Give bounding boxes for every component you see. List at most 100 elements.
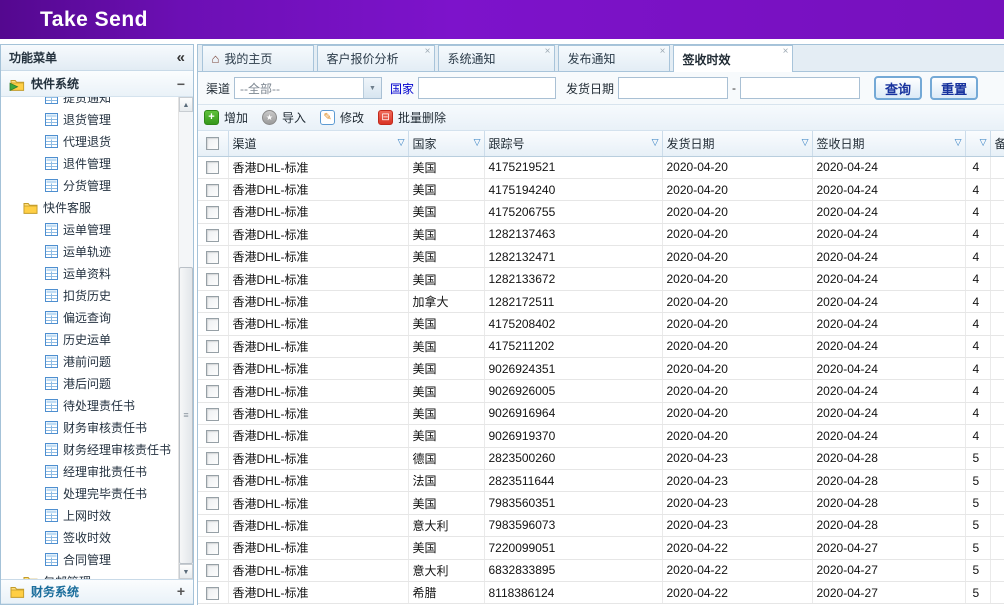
row-checkbox[interactable] <box>206 251 219 264</box>
batch-delete-button[interactable]: ⊟ 批量删除 <box>378 109 446 126</box>
table-row[interactable]: 香港DHL-标准 美国 4175211202 2020-04-20 2020-0… <box>198 335 1004 357</box>
tree-item[interactable]: 快件客服 <box>1 197 177 219</box>
table-row[interactable]: 香港DHL-标准 希腊 8118386124 2020-04-22 2020-0… <box>198 581 1004 603</box>
tab-sign-receipt-aging[interactable]: 签收时效 × <box>673 45 793 72</box>
column-header-tracking-no[interactable]: 跟踪号 ▽ <box>484 131 662 156</box>
channel-select[interactable]: --全部-- ▼ <box>234 77 382 99</box>
sort-icon[interactable]: ▽ <box>802 138 809 147</box>
search-button[interactable]: 查询 <box>874 76 922 100</box>
date-from-input[interactable] <box>618 77 728 99</box>
row-checkbox[interactable] <box>206 452 219 465</box>
tree-item[interactable]: 港前问题 <box>1 351 177 373</box>
row-checkbox[interactable] <box>206 273 219 286</box>
collapse-panel-icon[interactable]: − <box>177 77 185 91</box>
country-input[interactable] <box>418 77 556 99</box>
row-checkbox[interactable] <box>206 497 219 510</box>
table-row[interactable]: 香港DHL-标准 意大利 7983596073 2020-04-23 2020-… <box>198 514 1004 536</box>
tree-item[interactable]: 扣货历史 <box>1 285 177 307</box>
scroll-up-icon[interactable]: ▲ <box>179 97 193 112</box>
tree-item[interactable]: 港后问题 <box>1 373 177 395</box>
tree-item[interactable]: 合同管理 <box>1 549 177 571</box>
row-checkbox[interactable] <box>206 385 219 398</box>
row-checkbox[interactable] <box>206 296 219 309</box>
row-checkbox[interactable] <box>206 340 219 353</box>
edit-button[interactable]: ✎ 修改 <box>320 109 364 126</box>
tab-system-notice[interactable]: 系统通知 × <box>438 45 555 71</box>
table-row[interactable]: 香港DHL-标准 美国 4175219521 2020-04-20 2020-0… <box>198 156 1004 178</box>
chevron-down-icon[interactable]: ▼ <box>363 78 381 98</box>
import-button[interactable]: ★ 导入 <box>262 109 306 126</box>
row-checkbox[interactable] <box>206 408 219 421</box>
date-to-input[interactable] <box>740 77 860 99</box>
table-row[interactable]: 香港DHL-标准 德国 2823500260 2020-04-23 2020-0… <box>198 447 1004 469</box>
tree-item[interactable]: 运单管理 <box>1 219 177 241</box>
table-row[interactable]: 香港DHL-标准 美国 7983560351 2020-04-23 2020-0… <box>198 492 1004 514</box>
row-checkbox[interactable] <box>206 587 219 600</box>
tree-item[interactable]: 代理退货 <box>1 131 177 153</box>
expand-panel-icon[interactable]: + <box>177 584 185 598</box>
tree-item[interactable]: 运单资料 <box>1 263 177 285</box>
table-row[interactable]: 香港DHL-标准 美国 1282132471 2020-04-20 2020-0… <box>198 246 1004 268</box>
tree-item[interactable]: 退货管理 <box>1 109 177 131</box>
table-row[interactable]: 香港DHL-标准 美国 7220099051 2020-04-22 2020-0… <box>198 537 1004 559</box>
table-row[interactable]: 香港DHL-标准 美国 1282133672 2020-04-20 2020-0… <box>198 268 1004 290</box>
row-checkbox[interactable] <box>206 430 219 443</box>
sort-icon[interactable]: ▽ <box>652 138 659 147</box>
sort-icon[interactable]: ▽ <box>474 138 481 147</box>
table-row[interactable]: 香港DHL-标准 美国 9026926005 2020-04-20 2020-0… <box>198 380 1004 402</box>
tree-item[interactable]: 财务经理审核责任书 <box>1 439 177 461</box>
table-row[interactable]: 香港DHL-标准 法国 2823511644 2020-04-23 2020-0… <box>198 469 1004 491</box>
scroll-down-icon[interactable]: ▼ <box>179 564 193 579</box>
sidebar-scrollbar[interactable]: ▲ ≡ ▼ <box>178 97 193 579</box>
tree-item[interactable]: 处理完毕责任书 <box>1 483 177 505</box>
tab-publish-notice[interactable]: 发布通知 × <box>558 45 670 71</box>
row-checkbox[interactable] <box>206 475 219 488</box>
tree-item[interactable]: 历史运单 <box>1 329 177 351</box>
row-checkbox[interactable] <box>206 520 219 533</box>
table-row[interactable]: 香港DHL-标准 加拿大 1282172511 2020-04-20 2020-… <box>198 290 1004 312</box>
select-all-checkbox[interactable] <box>206 137 219 150</box>
column-header-country[interactable]: 国家 ▽ <box>408 131 484 156</box>
close-icon[interactable]: × <box>545 47 551 57</box>
table-row[interactable]: 香港DHL-标准 美国 9026919370 2020-04-20 2020-0… <box>198 425 1004 447</box>
scrollbar-thumb[interactable]: ≡ <box>179 267 193 564</box>
tree-item[interactable]: 经理审批责任书 <box>1 461 177 483</box>
accordion-panel-express-system[interactable]: 快件系统 − <box>1 71 193 96</box>
tree-item[interactable]: 包邮管理 <box>1 571 177 579</box>
row-checkbox[interactable] <box>206 363 219 376</box>
sort-icon[interactable]: ▽ <box>955 138 962 147</box>
row-checkbox[interactable] <box>206 206 219 219</box>
tree-item[interactable]: 财务审核责任书 <box>1 417 177 439</box>
close-icon[interactable]: × <box>425 47 431 57</box>
row-checkbox[interactable] <box>206 229 219 242</box>
tab-customer-quote-analysis[interactable]: 客户报价分析 × <box>317 45 435 71</box>
column-header-sign-date[interactable]: 签收日期 ▽ <box>812 131 965 156</box>
tab-my-homepage[interactable]: ⌂ 我的主页 <box>202 45 314 71</box>
tree-item[interactable]: 提货通知 <box>1 97 177 109</box>
row-checkbox[interactable] <box>206 161 219 174</box>
tree-item[interactable]: 签收时效 <box>1 527 177 549</box>
table-row[interactable]: 香港DHL-标准 美国 9026916964 2020-04-20 2020-0… <box>198 402 1004 424</box>
row-checkbox[interactable] <box>206 542 219 555</box>
collapse-sidebar-icon[interactable]: « <box>177 50 185 65</box>
tree-item[interactable]: 上网时效 <box>1 505 177 527</box>
close-icon[interactable]: × <box>660 47 666 57</box>
tree-item[interactable]: 退件管理 <box>1 153 177 175</box>
tree-item[interactable]: 分货管理 <box>1 175 177 197</box>
tree-item[interactable]: 运单轨迹 <box>1 241 177 263</box>
table-row[interactable]: 香港DHL-标准 意大利 6832833895 2020-04-22 2020-… <box>198 559 1004 581</box>
column-header-channel[interactable]: 渠道 ▽ <box>228 131 408 156</box>
sort-icon[interactable]: ▽ <box>980 138 987 147</box>
tree-item[interactable]: 偏远查询 <box>1 307 177 329</box>
row-checkbox[interactable] <box>206 184 219 197</box>
column-header-remark[interactable]: 备注 <box>990 131 1004 156</box>
column-header-days[interactable]: ▽ <box>965 131 990 156</box>
table-row[interactable]: 香港DHL-标准 美国 1282137463 2020-04-20 2020-0… <box>198 223 1004 245</box>
sort-icon[interactable]: ▽ <box>398 138 405 147</box>
table-row[interactable]: 香港DHL-标准 美国 4175194240 2020-04-20 2020-0… <box>198 178 1004 200</box>
tree-item[interactable]: 待处理责任书 <box>1 395 177 417</box>
close-icon[interactable]: × <box>783 47 789 57</box>
accordion-panel-finance-system[interactable]: 财务系统 + <box>1 579 193 604</box>
reset-button[interactable]: 重置 <box>930 76 978 100</box>
table-row[interactable]: 香港DHL-标准 美国 4175206755 2020-04-20 2020-0… <box>198 201 1004 223</box>
